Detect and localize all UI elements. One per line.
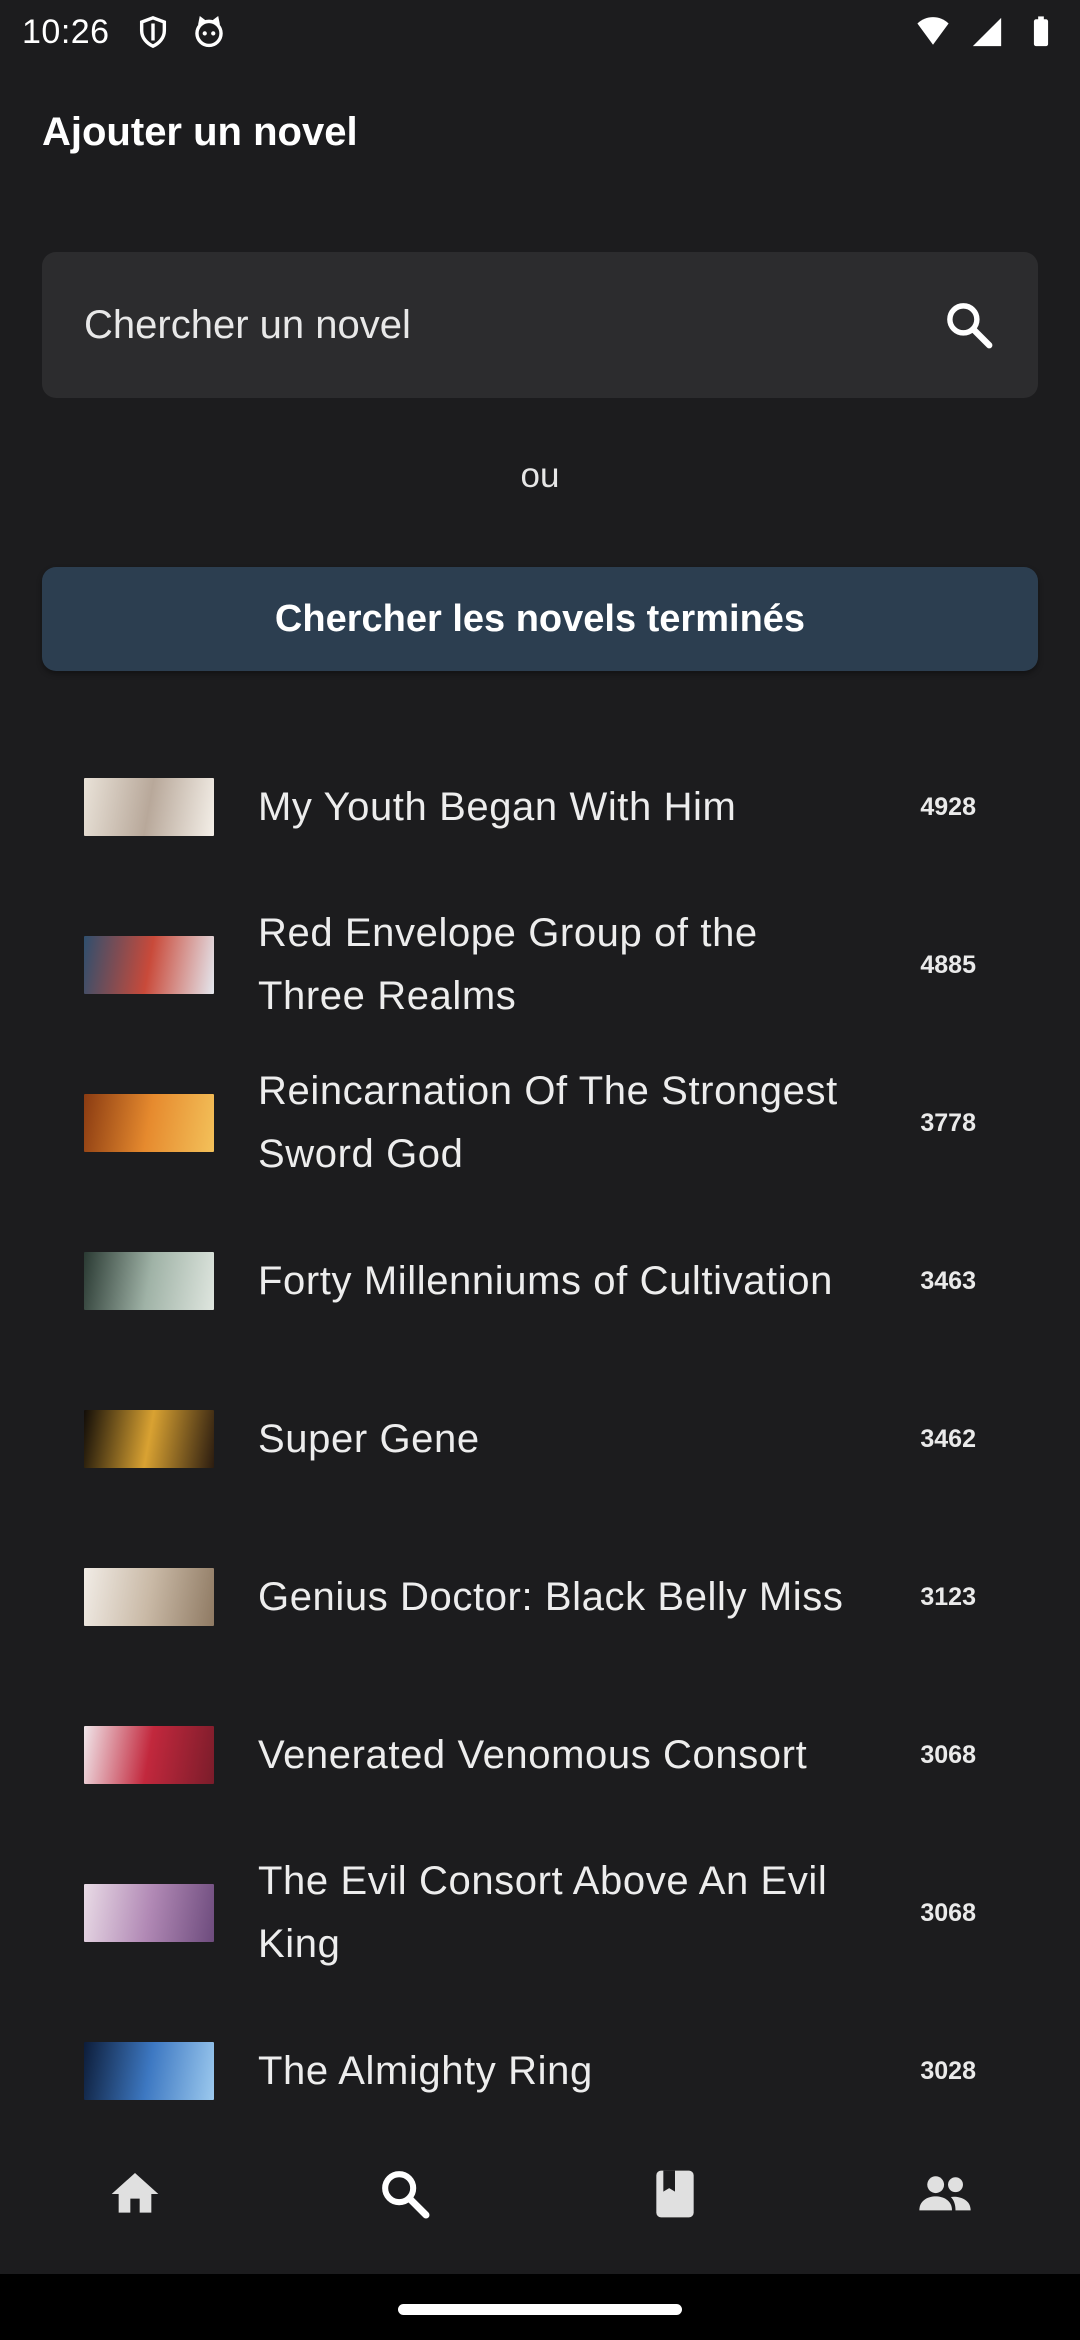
novel-cover-image (84, 2042, 214, 2100)
nav-search[interactable] (270, 2166, 540, 2222)
novel-title: Genius Doctor: Black Belly Miss (258, 1574, 844, 1619)
novel-list-item[interactable]: The Evil Consort Above An Evil King 3068 (0, 1834, 1080, 1992)
novel-chapter-count: 3068 (920, 1740, 976, 1769)
novel-cover-image (84, 1410, 214, 1468)
novel-chapter-count: 3462 (920, 1424, 976, 1453)
novel-chapter-count: 3068 (920, 1898, 976, 1927)
search-icon (382, 2171, 430, 2219)
novel-list-item[interactable]: Reincarnation Of The Strongest Sword God… (0, 1044, 1080, 1202)
novel-title: Red Envelope Group of the Three Realms (258, 911, 758, 1018)
novel-list-item[interactable]: Super Gene 3462 (0, 1360, 1080, 1518)
search-placeholder: Chercher un novel (84, 302, 411, 347)
bottom-nav (0, 2122, 1080, 2274)
novel-cover-image (84, 1252, 214, 1310)
nav-home[interactable] (0, 2166, 270, 2222)
nav-community[interactable] (810, 2166, 1080, 2222)
novel-chapter-count: 3123 (920, 1582, 976, 1611)
novel-title: Reincarnation Of The Strongest Sword God (258, 1069, 838, 1176)
novel-chapter-count: 4885 (920, 950, 976, 979)
novel-title: The Evil Consort Above An Evil King (258, 1859, 828, 1966)
gesture-area (0, 2274, 1080, 2340)
home-icon (111, 2173, 159, 2213)
novel-title: My Youth Began With Him (258, 784, 737, 829)
search-input[interactable]: Chercher un novel (42, 252, 1038, 398)
novel-list-item[interactable]: Red Envelope Group of the Three Realms 48… (0, 886, 1080, 1044)
battery-icon (1033, 16, 1049, 47)
cat-face-icon (194, 15, 223, 48)
novel-chapter-count: 3778 (920, 1108, 976, 1137)
status-bar: 10:26 (0, 0, 1080, 64)
search-finished-novels-button[interactable]: Chercher les novels terminés (42, 567, 1038, 671)
novel-list-item[interactable]: Genius Doctor: Black Belly Miss 3123 (0, 1518, 1080, 1676)
book-icon (656, 2170, 694, 2218)
novel-chapter-count: 3463 (920, 1266, 976, 1295)
novel-list-item[interactable]: The Almighty Ring 3028 (0, 1992, 1080, 2120)
signal-icon (972, 17, 1002, 47)
novel-chapter-count: 3028 (920, 2056, 976, 2085)
novel-cover-image (84, 778, 214, 836)
novel-title: Venerated Venomous Consort (258, 1732, 808, 1777)
wifi-icon (917, 17, 949, 45)
status-time: 10:26 (22, 12, 110, 51)
nav-library[interactable] (540, 2166, 810, 2222)
novel-cover-image (84, 1094, 214, 1152)
novel-cover-image (84, 936, 214, 994)
novel-list: My Youth Began With Him 4928 Red Envelope … (0, 728, 1080, 2120)
novel-list-item[interactable]: Venerated Venomous Consort 3068 (0, 1676, 1080, 1834)
novel-title: Super Gene (258, 1416, 480, 1461)
or-separator: ou (520, 456, 560, 495)
novel-cover-image (84, 1568, 214, 1626)
novel-list-item[interactable]: Forty Millenniums of Cultivation 3463 (0, 1202, 1080, 1360)
novel-chapter-count: 4928 (920, 792, 976, 821)
novel-cover-image (84, 1726, 214, 1784)
status-right-icons (916, 15, 1058, 49)
novel-list-item[interactable]: My Youth Began With Him 4928 (0, 728, 1080, 886)
search-icon[interactable] (942, 298, 996, 352)
page-title: Ajouter un novel (42, 110, 358, 154)
novel-title: The Almighty Ring (258, 2048, 593, 2093)
people-icon (919, 2176, 971, 2211)
novel-cover-image (84, 1884, 214, 1942)
novel-title: Forty Millenniums of Cultivation (258, 1258, 833, 1303)
home-gesture-bar[interactable] (398, 2304, 682, 2315)
shield-icon (139, 16, 166, 49)
